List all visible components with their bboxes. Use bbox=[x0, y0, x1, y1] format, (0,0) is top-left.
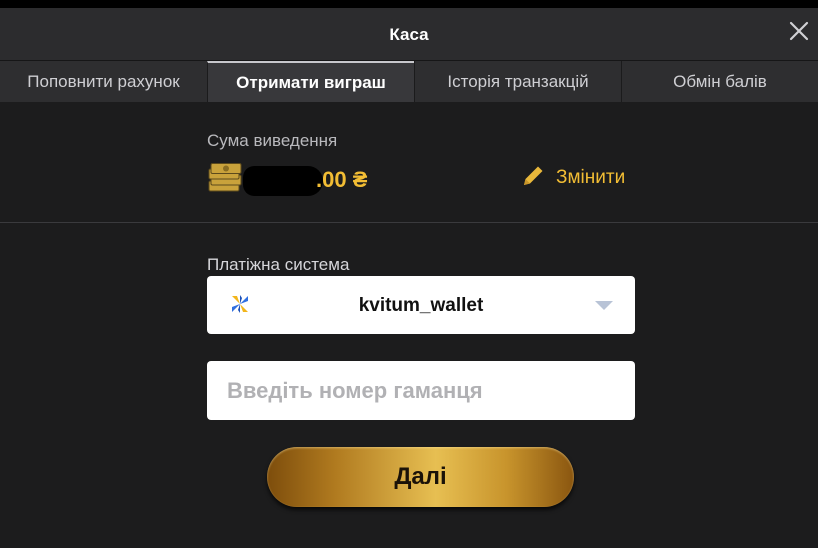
cashier-modal: Каса Поповнити рахунок Отримати виграш І… bbox=[0, 8, 818, 548]
tab-bar: Поповнити рахунок Отримати виграш Історі… bbox=[0, 61, 818, 102]
withdrawal-sum-label: Сума виведення bbox=[207, 131, 338, 150]
tab-deposit[interactable]: Поповнити рахунок bbox=[0, 61, 207, 102]
wallet-number-input[interactable] bbox=[207, 361, 635, 420]
change-amount-label: Змінити bbox=[556, 167, 626, 188]
tab-points-exchange[interactable]: Обмін балів bbox=[621, 61, 818, 102]
chevron-down-icon bbox=[595, 301, 613, 310]
payment-system-value: kvitum_wallet bbox=[358, 295, 484, 316]
modal-title: Каса bbox=[389, 25, 429, 44]
next-button[interactable]: Далі bbox=[267, 447, 574, 507]
payment-system-label: Платіжна система bbox=[207, 255, 350, 274]
money-stack-icon bbox=[207, 163, 243, 200]
withdrawal-amount: .00 ₴ bbox=[316, 167, 368, 192]
payment-system-select[interactable]: kvitum_wallet bbox=[207, 276, 635, 334]
tab-history[interactable]: Історія транзакцій bbox=[414, 61, 621, 102]
tab-withdraw[interactable]: Отримати виграш bbox=[207, 61, 414, 102]
section-divider bbox=[0, 222, 818, 223]
close-icon[interactable] bbox=[786, 18, 812, 44]
modal-header: Каса bbox=[0, 8, 818, 61]
change-amount-button[interactable]: Змінити bbox=[520, 163, 625, 193]
pencil-icon bbox=[520, 163, 546, 194]
redacted-amount bbox=[243, 166, 323, 196]
